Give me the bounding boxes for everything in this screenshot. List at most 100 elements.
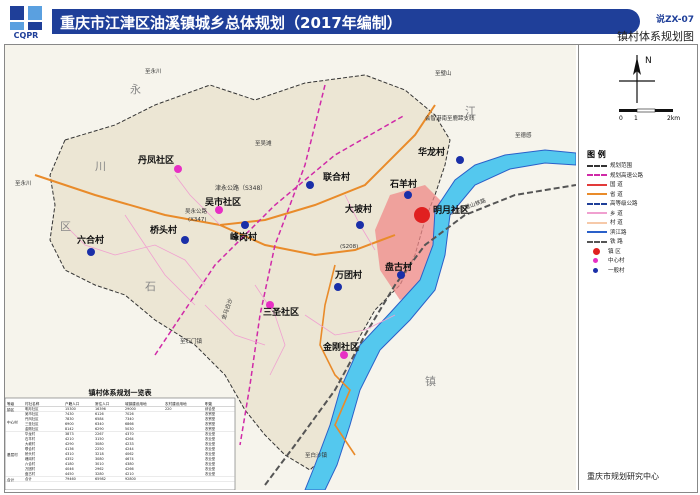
- table-cell: 3873: [65, 432, 74, 436]
- settlement-label: 万团村: [334, 269, 362, 281]
- legend-item: 一般村: [587, 266, 625, 275]
- table-cell: 7026: [125, 412, 134, 416]
- settlement-label: 六合村: [77, 234, 104, 246]
- table-cell: 29000: [125, 407, 136, 411]
- village-marker-icon: [306, 181, 314, 189]
- table-level-cell: 中心村: [7, 420, 18, 425]
- table-cell: 2250: [95, 447, 104, 451]
- table-cell: 石羊村: [25, 436, 36, 441]
- legend-label: 中心村: [608, 258, 625, 264]
- table-cell: 明月社区: [25, 406, 39, 411]
- table-cell: 4290: [65, 442, 74, 446]
- map-canvas[interactable]: 永 川 区 石 镇 江 津永公路（S348） 吴永公路 (X347) (S208…: [5, 45, 576, 490]
- table-cell: 农贸型: [205, 426, 216, 431]
- settlement-label: 大坡村: [345, 203, 372, 215]
- legend-swatch-icon: [587, 164, 607, 167]
- legend-label: 滨江路: [610, 229, 627, 236]
- area-label-chuan: 川: [95, 160, 106, 173]
- legend-swatch-icon: [587, 240, 607, 243]
- table-cell: 万团村: [25, 466, 36, 471]
- table-cell: 6290: [95, 427, 104, 431]
- page-title: 重庆市江津区油溪镇城乡总体规划（2017年编制）: [60, 14, 402, 32]
- table-cell: 4180: [65, 462, 74, 466]
- settlement-label: 峰岗村: [230, 231, 257, 243]
- table-cell: 2962: [95, 467, 104, 471]
- legend-swatch-icon: [587, 221, 607, 224]
- title-bar: 重庆市江津区油溪镇城乡总体规划（2017年编制）: [52, 9, 640, 34]
- settlement-label: 联合村: [323, 171, 350, 183]
- center-marker-icon: [174, 165, 182, 173]
- table-cell: 农业型: [205, 441, 216, 446]
- legend-item: 村 道: [587, 218, 623, 227]
- legend-swatch-icon: [587, 212, 607, 214]
- legend-item: 国 道: [587, 180, 623, 189]
- table-cell: 8142: [65, 427, 74, 431]
- table-cell: 农业型: [205, 431, 216, 436]
- settlement-label: 丹凤社区: [138, 154, 174, 166]
- table-cell: 4233: [125, 442, 134, 446]
- town-marker-icon: [414, 207, 430, 223]
- table-cell: 3280: [95, 472, 104, 476]
- table-cell: 220: [165, 407, 171, 411]
- legend-swatch-icon: [587, 193, 607, 195]
- legend-swatch-icon: [593, 258, 598, 263]
- legend-swatch-icon: [593, 247, 600, 255]
- legend-item: 镇 区: [587, 247, 621, 256]
- legend-item: 高等级公路: [587, 199, 638, 208]
- table-cell: 7830: [65, 417, 74, 421]
- village-marker-icon: [181, 236, 189, 244]
- road-label: 至石门镇: [180, 337, 203, 345]
- legend-swatch-icon: [587, 174, 607, 176]
- legend-label: 村 道: [610, 220, 623, 226]
- legend-label: 乡 道: [610, 210, 623, 217]
- table-header-cell: 村社名称: [25, 401, 40, 406]
- table-cell: 7340: [125, 417, 134, 421]
- table-cell: 4136: [65, 447, 74, 451]
- table-cell: 桥头村: [25, 451, 36, 456]
- village-marker-icon: [456, 156, 464, 164]
- north-label: N: [645, 56, 652, 66]
- road-label: 至白沙镇: [305, 451, 328, 459]
- area-label-shi: 石: [145, 280, 156, 293]
- legend-item: 滨江路: [587, 228, 627, 237]
- legend-label: 铁 路: [610, 239, 623, 245]
- table-cell: 农贸型: [205, 411, 216, 416]
- table-header-cell: 职能: [205, 401, 213, 406]
- table-cell: 农业型: [205, 451, 216, 456]
- settlement-label: 华龙村: [418, 146, 445, 158]
- legend-item: 省 道: [587, 190, 623, 199]
- table-cell: 15300: [65, 407, 76, 411]
- table-cell: 4210: [65, 437, 74, 441]
- table-cell: 六合村: [25, 461, 36, 466]
- settlement-label: 石羊村: [389, 178, 417, 190]
- compass-and-scale: N 0 1 2km: [619, 55, 680, 122]
- road-label: 至永川: [145, 67, 162, 75]
- scale-bar: [619, 108, 673, 113]
- logo-text: CQPR: [14, 31, 39, 40]
- header: CQPR 重庆市江津区油溪镇城乡总体规划（2017年编制） 说ZX-07 镇村体…: [0, 0, 700, 44]
- table-cell: 4264: [125, 437, 134, 441]
- table-cell: 农业型: [205, 466, 216, 471]
- legend-label: 镇 区: [608, 248, 621, 255]
- table-cell: 3080: [95, 442, 104, 446]
- table-cell: 盘古村: [25, 471, 36, 476]
- table-cell: 4370: [125, 432, 134, 436]
- table-cell: 7430: [65, 412, 74, 416]
- legend-item: 规划高速公路: [587, 171, 643, 180]
- settlement-label: 吴市社区: [205, 196, 241, 208]
- village-marker-icon: [334, 283, 342, 291]
- table-cell: 三圣社区: [25, 421, 39, 426]
- drawing-code: 说ZX-07: [656, 15, 694, 25]
- legend-item: 中心村: [587, 256, 625, 265]
- table-cell: 农业型: [205, 436, 216, 441]
- table-cell: 4380: [125, 462, 134, 466]
- table-cell: 79460: [65, 477, 76, 481]
- table-cell: 6126: [95, 412, 104, 416]
- legend-item: 铁 路: [587, 237, 623, 246]
- table-cell: 大坡村: [25, 441, 36, 446]
- village-marker-icon: [356, 221, 364, 229]
- legend-item: 乡 道: [587, 209, 623, 218]
- table-cell: 吴市社区: [25, 411, 39, 416]
- table-cell: 2267: [95, 432, 104, 436]
- legend-label: 省 道: [610, 191, 623, 198]
